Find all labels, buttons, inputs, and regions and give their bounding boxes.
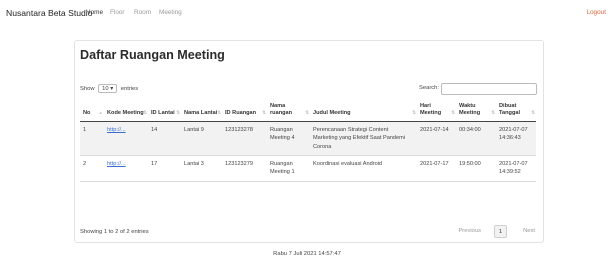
- sort-icon: ⇅: [412, 110, 416, 116]
- column-header-dibuat-tanggal[interactable]: Dibuat Tanggal ⇅: [496, 101, 536, 122]
- chevron-down-icon: ▾: [110, 86, 114, 92]
- nav-home[interactable]: Home: [86, 9, 103, 16]
- cell-dibuat-tanggal: 2021-07-07 14:39:52: [496, 155, 536, 182]
- cell-id-ruangan: 123123279: [222, 155, 267, 182]
- entries-length-control: Show 10 ▾ entries: [80, 84, 138, 93]
- cell-nama-ruangan: Ruangan Meeting 4: [267, 121, 310, 157]
- sort-asc-icon: ▲: [98, 110, 103, 116]
- meeting-link[interactable]: http://...: [107, 161, 126, 167]
- column-header-nama-ruangan[interactable]: Nama ruangan ⇅: [267, 101, 310, 122]
- cell-nama-ruangan: Ruangan Meeting 1: [267, 155, 310, 182]
- cell-kode-meeting: http://...: [104, 121, 148, 157]
- sort-icon: ⇅: [451, 110, 455, 116]
- column-header-hari-meeting[interactable]: Hari Meeting ⇅: [417, 101, 456, 122]
- table-row: 1 http://... 14 Lantai 9 123123278 Ruang…: [80, 121, 536, 157]
- cell-id-lantai: 17: [148, 155, 181, 182]
- cell-id-ruangan: 123123278: [222, 121, 267, 157]
- footer-datetime: Rabu 7 Juli 2021 14:57:47: [273, 251, 341, 257]
- previous-button[interactable]: Previous: [458, 228, 481, 234]
- cell-waktu-meeting: 00:34:00: [456, 121, 496, 157]
- navbar: Nusantara Beta Studio Home Floor Room Me…: [0, 0, 614, 27]
- sort-icon: ⇅: [305, 110, 309, 116]
- cell-waktu-meeting: 19:50:00: [456, 155, 496, 182]
- sort-icon: ⇅: [262, 110, 266, 116]
- sort-icon: ⇅: [143, 110, 147, 116]
- cell-judul-meeting: Koordinasi evaluasi Android: [310, 155, 417, 182]
- column-header-judul-meeting[interactable]: Judul Meeting ⇅: [310, 101, 417, 122]
- logout-link[interactable]: Logout: [586, 9, 606, 16]
- entries-select[interactable]: 10 ▾: [98, 84, 118, 93]
- sort-icon: ⇅: [491, 110, 495, 116]
- cell-no: 2: [80, 155, 104, 182]
- nav-room[interactable]: Room: [134, 9, 151, 16]
- nav-floor[interactable]: Floor: [110, 9, 125, 16]
- column-header-id-lantai[interactable]: ID Lantai ⇅: [148, 101, 181, 122]
- meeting-link[interactable]: http://...: [107, 127, 126, 133]
- meeting-table: No ▲ Kode Meeting ⇅ ID Lantai ⇅ Nama Lantai…: [80, 101, 536, 182]
- nav-meeting[interactable]: Meeting: [159, 9, 182, 16]
- length-show-label: Show: [80, 86, 95, 92]
- cell-hari-meeting: 2021-07-17: [417, 155, 456, 182]
- table-info: Showing 1 to 2 of 2 entries: [80, 229, 149, 235]
- cell-nama-lantai: Lantai 9: [181, 121, 222, 157]
- cell-hari-meeting: 2021-07-14: [417, 121, 456, 157]
- table-header-row: No ▲ Kode Meeting ⇅ ID Lantai ⇅ Nama Lantai…: [80, 101, 536, 122]
- cell-dibuat-tanggal: 2021-07-07 14:36:43: [496, 121, 536, 157]
- cell-judul-meeting: Perencanaan Strategi Content Marketing y…: [310, 121, 417, 157]
- column-header-nama-lantai[interactable]: Nama Lantai ⇅: [181, 101, 222, 122]
- search-input[interactable]: [441, 83, 537, 95]
- entries-select-value: 10: [102, 86, 109, 92]
- search-label: Search:: [419, 85, 439, 91]
- cell-nama-lantai: Lantai 3: [181, 155, 222, 182]
- page-title: Daftar Ruangan Meeting: [80, 48, 225, 62]
- column-header-no[interactable]: No ▲: [80, 101, 104, 122]
- cell-id-lantai: 14: [148, 121, 181, 157]
- column-header-id-ruangan[interactable]: ID Ruangan ⇅: [222, 101, 267, 122]
- sort-icon: ⇅: [217, 110, 221, 116]
- brand-logo[interactable]: Nusantara Beta Studio: [6, 8, 92, 18]
- length-entries-label: entries: [120, 86, 139, 92]
- column-header-waktu-meeting[interactable]: Waktu Meeting ⇅: [456, 101, 496, 122]
- meeting-card: Daftar Ruangan Meeting Show 10 ▾ entries…: [74, 40, 544, 243]
- cell-no: 1: [80, 121, 104, 157]
- column-header-kode-meeting[interactable]: Kode Meeting ⇅: [104, 101, 148, 122]
- cell-kode-meeting: http://...: [104, 155, 148, 182]
- sort-icon: ⇅: [531, 110, 535, 116]
- sort-icon: ⇅: [176, 110, 180, 116]
- table-row: 2 http://... 17 Lantai 3 123123279 Ruang…: [80, 155, 536, 182]
- next-button[interactable]: Next: [523, 228, 535, 234]
- page-1-button[interactable]: 1: [494, 225, 507, 238]
